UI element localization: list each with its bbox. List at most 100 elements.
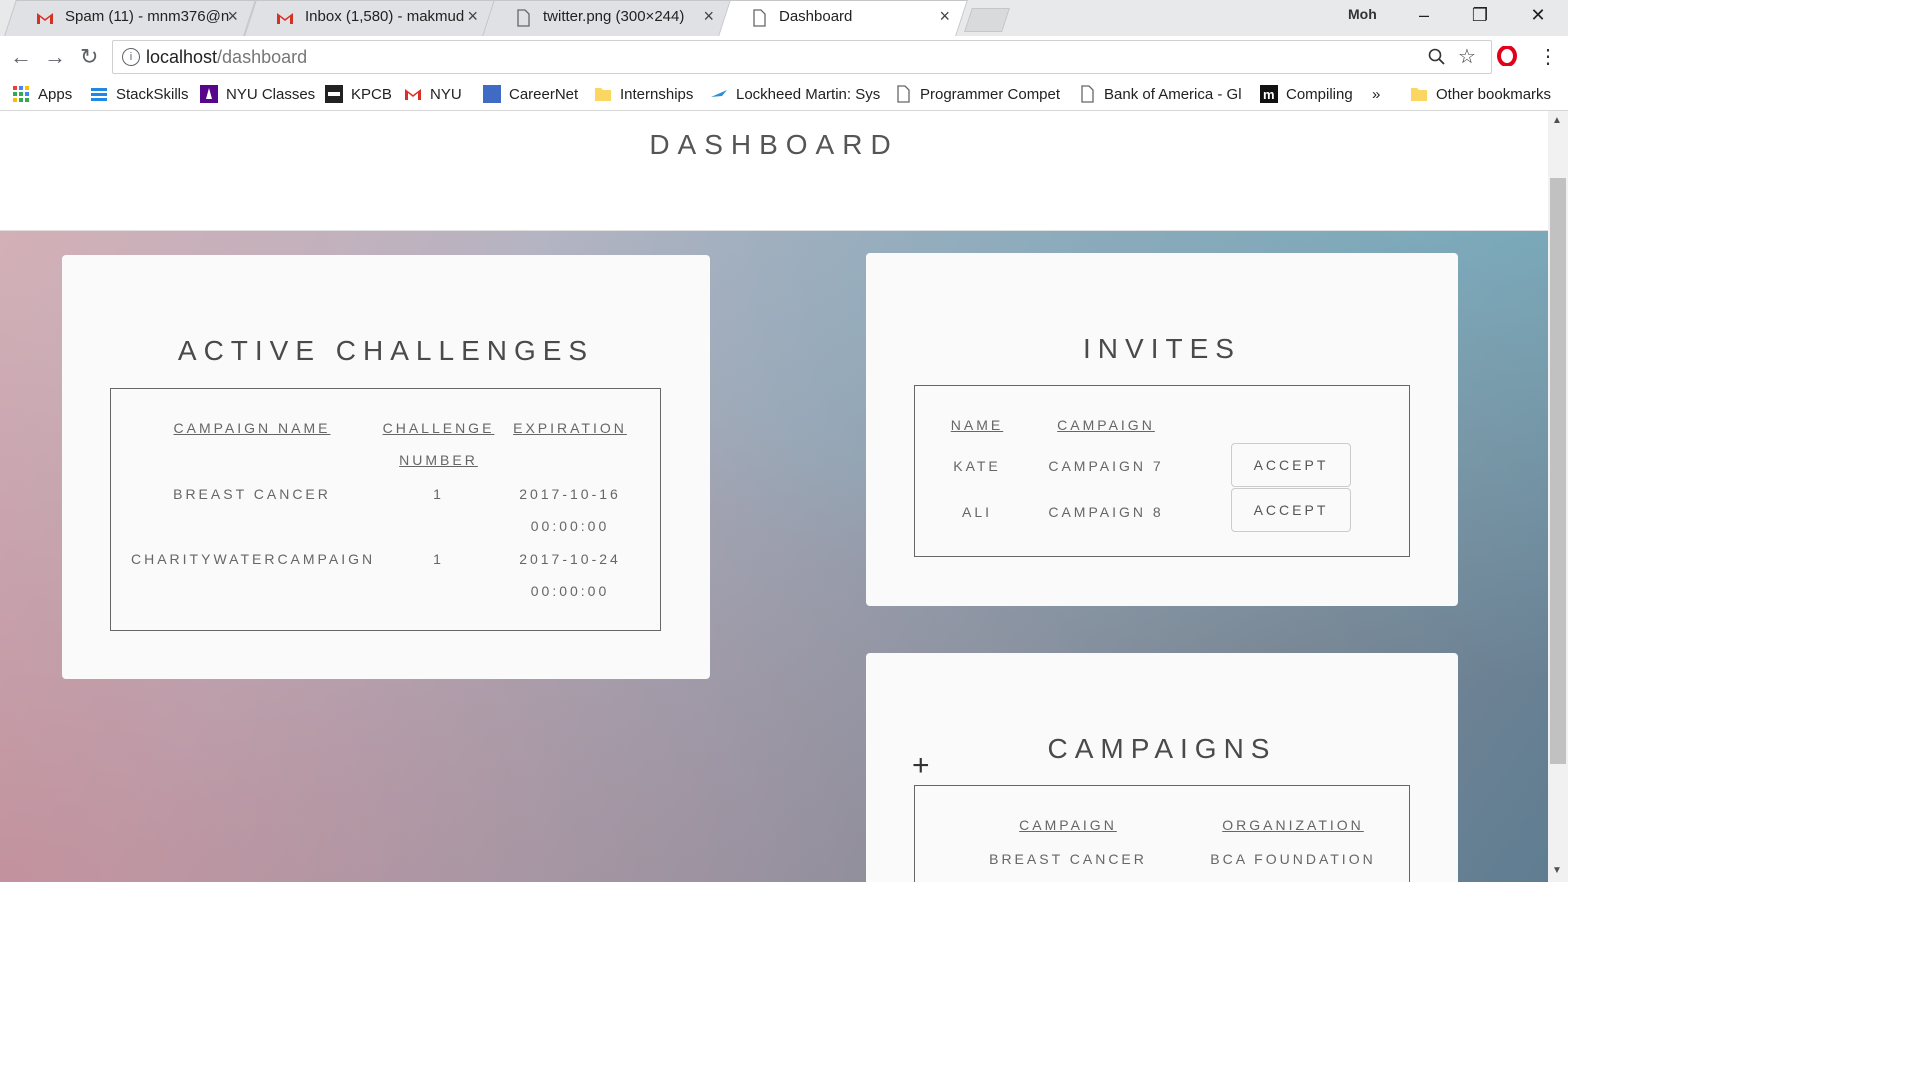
svg-text:m: m [1263, 87, 1275, 102]
lockheed-icon [711, 90, 727, 97]
header-expiration[interactable]: EXPIRATION [511, 420, 629, 436]
bookmark-kpcb[interactable]: KPCB [325, 84, 392, 104]
accept-button[interactable]: ACCEPT [1231, 488, 1351, 532]
page-header: DASHBOARD [0, 111, 1548, 231]
folder-icon [1411, 88, 1427, 101]
vertical-scrollbar[interactable]: ▲ ▼ [1548, 111, 1568, 882]
page-icon [517, 9, 530, 27]
minimize-icon[interactable]: – [1404, 5, 1444, 26]
reload-icon[interactable]: ↻ [80, 44, 98, 70]
campaigns-table: CAMPAIGN ORGANIZATION BREAST CANCER BCA … [914, 785, 1410, 882]
close-icon[interactable]: × [939, 6, 950, 27]
cell-time: 00:00:00 [530, 518, 610, 534]
star-icon[interactable]: ☆ [1458, 44, 1476, 69]
bookmarks-overflow-button[interactable]: » [1372, 84, 1380, 104]
bookmark-stackskills[interactable]: StackSkills [90, 84, 189, 104]
new-tab-button[interactable] [964, 8, 1010, 32]
bookmark-compiling[interactable]: m Compiling [1260, 84, 1353, 104]
tab-inbox[interactable]: Inbox (1,580) - makmud × [244, 0, 496, 36]
add-campaign-icon[interactable]: + [912, 751, 930, 781]
page-content: DASHBOARD ACTIVE CHALLENGES CAMPAIGN NAM… [0, 111, 1548, 882]
campaigns-card: CAMPAIGNS + CAMPAIGN ORGANIZATION BREAST… [866, 653, 1458, 882]
bookmark-label: Programmer Compet [920, 85, 1061, 103]
bookmark-nyu[interactable]: NYU [404, 84, 462, 104]
window-close-icon[interactable]: ✕ [1518, 5, 1558, 26]
profile-name[interactable]: Moh [1348, 6, 1377, 22]
scroll-down-icon[interactable]: ▼ [1552, 865, 1562, 876]
page-icon [1081, 85, 1094, 103]
cell-date: 2017-10-24 [519, 551, 621, 567]
bookmark-label: CareerNet [509, 85, 579, 103]
cell-name: KATE [953, 458, 1001, 474]
cell-organization: BCA FOUNDATION [1210, 851, 1376, 867]
header-name[interactable]: NAME [937, 417, 1017, 433]
bookmark-label: Other bookmarks [1436, 85, 1552, 103]
careernet-icon [483, 85, 501, 103]
bookmark-label: Internships [620, 85, 694, 103]
cell-number: 1 [433, 551, 444, 567]
bookmark-label: Bank of America - Gl [1104, 85, 1242, 103]
nyu-icon [200, 85, 218, 103]
bookmark-label: KPCB [351, 85, 392, 103]
page-icon [753, 9, 766, 27]
zoom-icon[interactable] [1428, 48, 1446, 66]
url-host: localhost [146, 47, 218, 67]
cell-campaign: BREAST CANCER [173, 486, 331, 502]
bookmark-apps[interactable]: Apps [12, 84, 72, 104]
cell-time: 00:00:00 [530, 583, 610, 599]
cell-campaign: CAMPAIGN 8 [1048, 504, 1164, 520]
menu-icon[interactable]: ⋮ [1538, 44, 1558, 69]
bookmark-programmer[interactable]: Programmer Compet [894, 84, 1060, 104]
page-title: DASHBOARD [649, 129, 899, 160]
close-icon[interactable]: × [703, 6, 714, 27]
address-bar[interactable] [112, 40, 1492, 74]
tab-spam[interactable]: Spam (11) - mnm376@n × [4, 0, 256, 36]
cell-campaign: CAMPAIGN 7 [1048, 458, 1164, 474]
bookmark-internships[interactable]: Internships [594, 84, 693, 104]
bookmark-other[interactable]: Other bookmarks [1410, 84, 1551, 104]
opera-icon[interactable] [1497, 46, 1517, 66]
gmail-icon [405, 89, 421, 100]
scroll-up-icon[interactable]: ▲ [1552, 115, 1562, 126]
close-icon[interactable]: × [467, 6, 478, 27]
bookmark-nyu-classes[interactable]: NYU Classes [200, 84, 315, 104]
close-icon[interactable]: × [227, 6, 238, 27]
header-campaign-name[interactable]: CAMPAIGN NAME [166, 420, 338, 436]
bookmark-label: StackSkills [116, 85, 189, 103]
accept-button[interactable]: ACCEPT [1231, 443, 1351, 487]
header-campaign[interactable]: CAMPAIGN [1045, 417, 1167, 433]
folder-icon [595, 88, 611, 101]
bookmark-bofa[interactable]: Bank of America - Gl [1078, 84, 1242, 104]
restore-icon[interactable]: ❐ [1460, 5, 1500, 26]
tab-dashboard[interactable]: Dashboard × [718, 0, 968, 36]
bookmark-label: NYU Classes [226, 85, 316, 103]
bookmark-lockheed[interactable]: Lockheed Martin: Sys [710, 84, 880, 104]
bookmark-label: Lockheed Martin: Sys [736, 85, 881, 103]
invites-table: NAME CAMPAIGN KATE CAMPAIGN 7 ACCEPT ALI… [914, 385, 1410, 557]
scroll-thumb[interactable] [1550, 178, 1566, 764]
cell-campaign: BREAST CANCER [989, 851, 1147, 867]
cell-date: 2017-10-16 [519, 486, 621, 502]
tab-strip: Spam (11) - mnm376@n × Inbox (1,580) - m… [0, 0, 1568, 36]
cell-campaign: CHARITYWATERCAMPAIGN [131, 551, 376, 567]
cell-number: 1 [433, 486, 444, 502]
header-organization[interactable]: ORGANIZATION [1215, 817, 1371, 833]
apps-grid-icon [13, 86, 29, 102]
stackskills-icon [91, 88, 107, 101]
invites-title: INVITES [1083, 333, 1241, 364]
header-challenge[interactable]: CHALLENGE [381, 420, 496, 436]
back-icon[interactable]: ← [10, 44, 32, 70]
header-number[interactable]: NUMBER [381, 452, 496, 468]
tab-title: twitter.png (300×244) [543, 8, 685, 25]
tab-twitter-png[interactable]: twitter.png (300×244) × [482, 0, 732, 36]
active-challenges-title: ACTIVE CHALLENGES [177, 335, 595, 366]
bookmark-careernet[interactable]: CareerNet [483, 84, 578, 104]
info-icon[interactable]: i [122, 48, 140, 66]
active-challenges-card: ACTIVE CHALLENGES CAMPAIGN NAME CHALLENG… [62, 255, 710, 679]
active-challenges-table: CAMPAIGN NAME CHALLENGE NUMBER EXPIRATIO… [110, 388, 661, 631]
url-text[interactable]: localhost/dashboard [146, 47, 307, 68]
tab-title: Inbox (1,580) - makmud [305, 8, 465, 25]
invites-card: INVITES NAME CAMPAIGN KATE CAMPAIGN 7 AC… [866, 253, 1458, 606]
forward-icon[interactable]: → [44, 44, 66, 70]
header-campaign[interactable]: CAMPAIGN [1007, 817, 1129, 833]
